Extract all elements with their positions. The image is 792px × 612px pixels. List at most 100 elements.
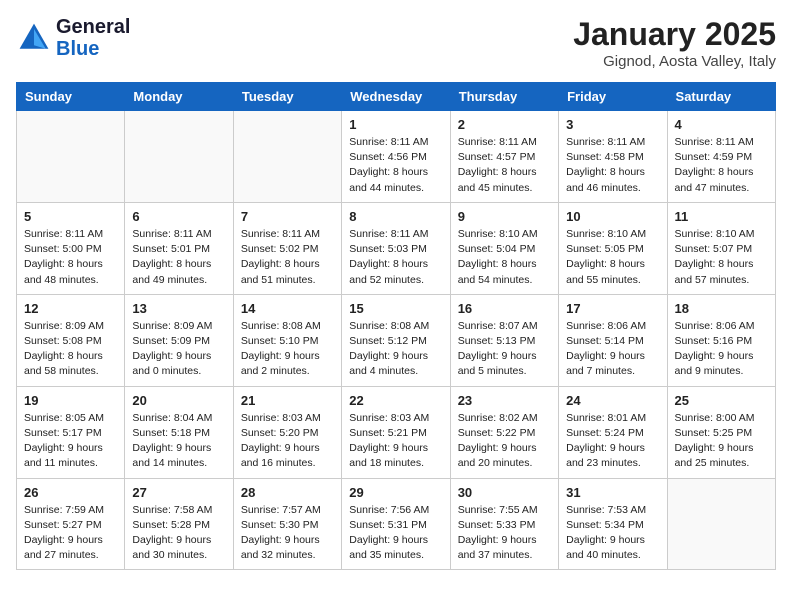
day-number: 4 bbox=[675, 117, 768, 132]
day-cell-15: 15Sunrise: 8:08 AM Sunset: 5:12 PM Dayli… bbox=[342, 294, 450, 386]
day-number: 1 bbox=[349, 117, 442, 132]
day-info: Sunrise: 8:11 AM Sunset: 4:56 PM Dayligh… bbox=[349, 135, 442, 196]
day-cell-12: 12 Sunrise: 8:09 AM Sunset: 5:08 PM Dayli… bbox=[17, 294, 125, 386]
day-info: Sunrise: 7:55 AM Sunset: 5:33 PM Dayligh… bbox=[458, 503, 551, 564]
day-cell-3: 3 Sunrise: 8:11 AM Sunset: 4:58 PM Daylig… bbox=[559, 111, 667, 203]
logo-text: General Blue bbox=[56, 16, 130, 60]
day-number: 19 bbox=[24, 393, 117, 408]
day-number: 17 bbox=[566, 301, 659, 316]
weekday-header-sunday: Sunday bbox=[17, 83, 125, 111]
day-number: 18 bbox=[675, 301, 768, 316]
day-cell-29: 29 Sunrise: 7:56 AM Sunset: 5:31 PM Dayli… bbox=[342, 478, 450, 570]
empty-cell bbox=[17, 111, 125, 203]
day-cell-8: 8Sunrise: 8:11 AM Sunset: 5:03 PM Daylig… bbox=[342, 202, 450, 294]
day-info: Sunrise: 8:11 AM Sunset: 4:59 PM Dayligh… bbox=[675, 135, 768, 196]
calendar-table: SundayMondayTuesdayWednesdayThursdayFrid… bbox=[16, 82, 776, 570]
day-info: Sunrise: 7:57 AM Sunset: 5:30 PM Dayligh… bbox=[241, 503, 334, 564]
day-info: Sunrise: 8:01 AM Sunset: 5:24 PM Dayligh… bbox=[566, 411, 659, 472]
title-block: January 2025 Gignod, Aosta Valley, Italy bbox=[573, 16, 776, 70]
day-info: Sunrise: 7:59 AM Sunset: 5:27 PM Dayligh… bbox=[24, 503, 117, 564]
day-cell-13: 13 Sunrise: 8:09 AM Sunset: 5:09 PM Dayli… bbox=[125, 294, 233, 386]
weekday-header-saturday: Saturday bbox=[667, 83, 775, 111]
weekday-header-monday: Monday bbox=[125, 83, 233, 111]
day-info: Sunrise: 8:10 AM Sunset: 5:05 PM Dayligh… bbox=[566, 227, 659, 288]
day-number: 7 bbox=[241, 209, 334, 224]
day-cell-19: 19 Sunrise: 8:05 AM Sunset: 5:17 PM Dayli… bbox=[17, 386, 125, 478]
empty-cell bbox=[125, 111, 233, 203]
day-cell-31: 31Sunrise: 7:53 AM Sunset: 5:34 PM Dayli… bbox=[559, 478, 667, 570]
day-info: Sunrise: 8:11 AM Sunset: 4:57 PM Dayligh… bbox=[458, 135, 551, 196]
day-number: 24 bbox=[566, 393, 659, 408]
location: Gignod, Aosta Valley, Italy bbox=[573, 53, 776, 70]
day-cell-4: 4 Sunrise: 8:11 AM Sunset: 4:59 PM Daylig… bbox=[667, 111, 775, 203]
day-cell-16: 16Sunrise: 8:07 AM Sunset: 5:13 PM Dayli… bbox=[450, 294, 558, 386]
day-number: 10 bbox=[566, 209, 659, 224]
weekday-header-friday: Friday bbox=[559, 83, 667, 111]
day-number: 23 bbox=[458, 393, 551, 408]
day-info: Sunrise: 8:10 AM Sunset: 5:04 PM Dayligh… bbox=[458, 227, 551, 288]
day-number: 27 bbox=[132, 485, 225, 500]
week-row-3: 12 Sunrise: 8:09 AM Sunset: 5:08 PM Dayli… bbox=[17, 294, 776, 386]
weekday-header-tuesday: Tuesday bbox=[233, 83, 341, 111]
day-number: 13 bbox=[132, 301, 225, 316]
day-info: Sunrise: 8:02 AM Sunset: 5:22 PM Dayligh… bbox=[458, 411, 551, 472]
week-row-5: 26 Sunrise: 7:59 AM Sunset: 5:27 PM Dayli… bbox=[17, 478, 776, 570]
weekday-header-thursday: Thursday bbox=[450, 83, 558, 111]
day-number: 21 bbox=[241, 393, 334, 408]
day-info: Sunrise: 8:11 AM Sunset: 5:02 PM Dayligh… bbox=[241, 227, 334, 288]
day-cell-18: 18 Sunrise: 8:06 AM Sunset: 5:16 PM Dayli… bbox=[667, 294, 775, 386]
day-info: Sunrise: 8:09 AM Sunset: 5:08 PM Dayligh… bbox=[24, 319, 117, 380]
day-cell-10: 10 Sunrise: 8:10 AM Sunset: 5:05 PM Dayli… bbox=[559, 202, 667, 294]
day-number: 30 bbox=[458, 485, 551, 500]
day-cell-9: 9 Sunrise: 8:10 AM Sunset: 5:04 PM Daylig… bbox=[450, 202, 558, 294]
day-number: 2 bbox=[458, 117, 551, 132]
day-number: 31 bbox=[566, 485, 659, 500]
day-cell-21: 21 Sunrise: 8:03 AM Sunset: 5:20 PM Dayli… bbox=[233, 386, 341, 478]
empty-cell bbox=[233, 111, 341, 203]
day-info: Sunrise: 8:09 AM Sunset: 5:09 PM Dayligh… bbox=[132, 319, 225, 380]
day-number: 9 bbox=[458, 209, 551, 224]
day-info: Sunrise: 8:03 AM Sunset: 5:20 PM Dayligh… bbox=[241, 411, 334, 472]
day-number: 26 bbox=[24, 485, 117, 500]
day-cell-11: 11Sunrise: 8:10 AM Sunset: 5:07 PM Dayli… bbox=[667, 202, 775, 294]
day-info: Sunrise: 8:11 AM Sunset: 5:03 PM Dayligh… bbox=[349, 227, 442, 288]
day-number: 12 bbox=[24, 301, 117, 316]
day-info: Sunrise: 8:03 AM Sunset: 5:21 PM Dayligh… bbox=[349, 411, 442, 472]
day-info: Sunrise: 8:08 AM Sunset: 5:10 PM Dayligh… bbox=[241, 319, 334, 380]
day-cell-25: 25 Sunrise: 8:00 AM Sunset: 5:25 PM Dayli… bbox=[667, 386, 775, 478]
day-cell-22: 22Sunrise: 8:03 AM Sunset: 5:21 PM Dayli… bbox=[342, 386, 450, 478]
weekday-header-wednesday: Wednesday bbox=[342, 83, 450, 111]
day-cell-7: 7 Sunrise: 8:11 AM Sunset: 5:02 PM Daylig… bbox=[233, 202, 341, 294]
day-cell-28: 28 Sunrise: 7:57 AM Sunset: 5:30 PM Dayli… bbox=[233, 478, 341, 570]
logo-icon bbox=[16, 20, 52, 56]
day-number: 29 bbox=[349, 485, 442, 500]
day-number: 16 bbox=[458, 301, 551, 316]
day-number: 15 bbox=[349, 301, 442, 316]
day-info: Sunrise: 8:06 AM Sunset: 5:16 PM Dayligh… bbox=[675, 319, 768, 380]
day-info: Sunrise: 7:56 AM Sunset: 5:31 PM Dayligh… bbox=[349, 503, 442, 564]
day-cell-1: 1 Sunrise: 8:11 AM Sunset: 4:56 PM Daylig… bbox=[342, 111, 450, 203]
day-info: Sunrise: 8:11 AM Sunset: 5:01 PM Dayligh… bbox=[132, 227, 225, 288]
day-cell-30: 30 Sunrise: 7:55 AM Sunset: 5:33 PM Dayli… bbox=[450, 478, 558, 570]
day-info: Sunrise: 8:05 AM Sunset: 5:17 PM Dayligh… bbox=[24, 411, 117, 472]
day-info: Sunrise: 8:10 AM Sunset: 5:07 PM Dayligh… bbox=[675, 227, 768, 288]
day-info: Sunrise: 7:58 AM Sunset: 5:28 PM Dayligh… bbox=[132, 503, 225, 564]
day-cell-17: 17 Sunrise: 8:06 AM Sunset: 5:14 PM Dayli… bbox=[559, 294, 667, 386]
day-number: 6 bbox=[132, 209, 225, 224]
day-cell-27: 27 Sunrise: 7:58 AM Sunset: 5:28 PM Dayli… bbox=[125, 478, 233, 570]
day-number: 28 bbox=[241, 485, 334, 500]
page-header: General Blue January 2025 Gignod, Aosta … bbox=[16, 16, 776, 70]
day-cell-23: 23 Sunrise: 8:02 AM Sunset: 5:22 PM Dayli… bbox=[450, 386, 558, 478]
day-number: 20 bbox=[132, 393, 225, 408]
day-info: Sunrise: 8:00 AM Sunset: 5:25 PM Dayligh… bbox=[675, 411, 768, 472]
month-title: January 2025 bbox=[573, 16, 776, 53]
day-cell-20: 20Sunrise: 8:04 AM Sunset: 5:18 PM Dayli… bbox=[125, 386, 233, 478]
day-info: Sunrise: 8:11 AM Sunset: 4:58 PM Dayligh… bbox=[566, 135, 659, 196]
day-info: Sunrise: 8:06 AM Sunset: 5:14 PM Dayligh… bbox=[566, 319, 659, 380]
day-number: 3 bbox=[566, 117, 659, 132]
day-cell-5: 5Sunrise: 8:11 AM Sunset: 5:00 PM Daylig… bbox=[17, 202, 125, 294]
day-number: 25 bbox=[675, 393, 768, 408]
day-cell-26: 26 Sunrise: 7:59 AM Sunset: 5:27 PM Dayli… bbox=[17, 478, 125, 570]
week-row-2: 5Sunrise: 8:11 AM Sunset: 5:00 PM Daylig… bbox=[17, 202, 776, 294]
day-cell-6: 6 Sunrise: 8:11 AM Sunset: 5:01 PM Daylig… bbox=[125, 202, 233, 294]
